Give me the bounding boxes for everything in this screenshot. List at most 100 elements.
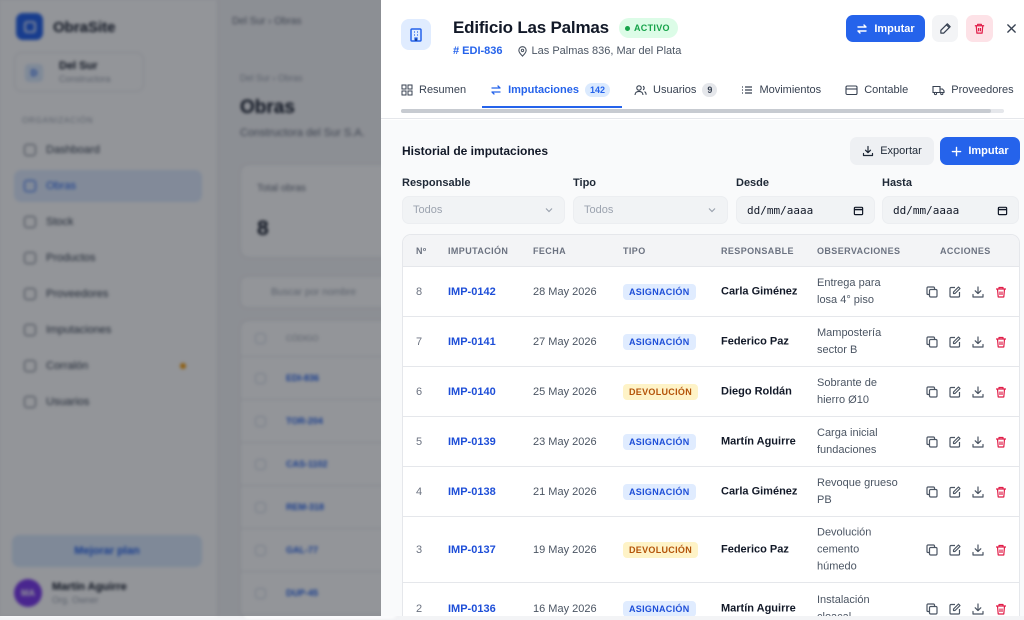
row-actions <box>925 543 1008 557</box>
imputation-link[interactable]: IMP-0142 <box>448 286 496 298</box>
trash-icon[interactable] <box>994 602 1008 616</box>
edit-icon[interactable] <box>948 385 962 399</box>
row-date: 23 May 2026 <box>533 435 597 448</box>
delete-button[interactable] <box>966 15 993 42</box>
imputation-link[interactable]: IMP-0137 <box>448 544 496 556</box>
location-icon <box>517 45 527 57</box>
list-icon <box>742 85 753 94</box>
wallet-icon <box>845 84 858 95</box>
calendar-icon[interactable] <box>853 205 864 216</box>
download-icon[interactable] <box>971 385 985 399</box>
row-date: 16 May 2026 <box>533 602 597 615</box>
imputaciones-section: Historial de imputaciones Exportar Imput… <box>381 120 1024 616</box>
row-observations: Entrega para losa 4° piso <box>817 276 881 306</box>
table-row[interactable]: 6 IMP-0140 25 May 2026 DEVOLUCIÓN Diego Rold… <box>403 367 1019 417</box>
tab-usuarios[interactable]: Usuarios 9 <box>634 71 721 108</box>
download-icon[interactable] <box>971 485 985 499</box>
trash-icon[interactable] <box>994 285 1008 299</box>
copy-icon[interactable] <box>925 543 939 557</box>
row-number: 7 <box>416 335 423 348</box>
type-badge: DEVOLUCIÓN <box>623 541 699 558</box>
download-icon[interactable] <box>971 285 985 299</box>
row-actions <box>925 485 1008 499</box>
imputation-link[interactable]: IMP-0139 <box>448 436 496 448</box>
close-button[interactable] <box>1001 15 1021 42</box>
modal-backdrop[interactable] <box>0 0 381 616</box>
edit-icon[interactable] <box>948 285 962 299</box>
tipo-select[interactable]: Todos <box>573 196 728 224</box>
edit-icon[interactable] <box>948 602 962 616</box>
imputation-link[interactable]: IMP-0136 <box>448 603 496 615</box>
obra-meta: # EDI-836 Las Palmas 836, Mar del Plata <box>453 45 681 57</box>
type-badge: ASIGNACIÓN <box>623 333 696 350</box>
table-row[interactable]: 7 IMP-0141 27 May 2026 ASIGNACIÓN Federico P… <box>403 317 1019 367</box>
column-header: ACCIONES <box>940 246 991 256</box>
tab-label: Imputaciones <box>508 83 579 96</box>
export-button[interactable]: Exportar <box>850 137 934 165</box>
table-row[interactable]: 5 IMP-0139 23 May 2026 ASIGNACIÓN Martín Agu… <box>403 417 1019 467</box>
trash-icon[interactable] <box>994 485 1008 499</box>
copy-icon[interactable] <box>925 335 939 349</box>
row-actions <box>925 285 1008 299</box>
table-row[interactable]: 3 IMP-0137 19 May 2026 DEVOLUCIÓN Federico P… <box>403 517 1019 583</box>
trash-icon[interactable] <box>994 543 1008 557</box>
impute-label: Imputar <box>968 145 1009 157</box>
drawer-tabs: Resumen Imputaciones 142 Usuarios 9 Movi… <box>401 71 1024 108</box>
imputation-link[interactable]: IMP-0138 <box>448 486 496 498</box>
date-placeholder: dd/mm/aaaa <box>747 203 814 217</box>
trash-icon[interactable] <box>994 385 1008 399</box>
edit-button[interactable] <box>932 15 958 42</box>
address-text: Las Palmas 836, Mar del Plata <box>531 45 682 57</box>
table-row[interactable]: 4 IMP-0138 21 May 2026 ASIGNACIÓN Carla Gimé… <box>403 467 1019 517</box>
imputation-link[interactable]: IMP-0140 <box>448 386 496 398</box>
tab-contable[interactable]: Contable <box>845 71 912 108</box>
tabs-scrollbar[interactable] <box>401 109 1004 113</box>
scrollbar-thumb[interactable] <box>401 109 991 113</box>
column-header: IMPUTACIÓN <box>448 246 509 256</box>
responsable-select[interactable]: Todos <box>402 196 565 224</box>
row-actions <box>925 435 1008 449</box>
hasta-date-input[interactable]: dd/mm/aaaa <box>882 196 1019 224</box>
edit-icon[interactable] <box>948 335 962 349</box>
tab-resumen[interactable]: Resumen <box>401 71 470 108</box>
table-row[interactable]: 2 IMP-0136 16 May 2026 ASIGNACIÓN Martín Agu… <box>403 583 1019 616</box>
copy-icon[interactable] <box>925 435 939 449</box>
copy-icon[interactable] <box>925 485 939 499</box>
type-badge: ASIGNACIÓN <box>623 483 696 500</box>
row-number: 3 <box>416 543 423 556</box>
users-icon <box>634 84 647 95</box>
row-observations: Sobrante de hierro Ø10 <box>817 376 877 406</box>
edit-icon[interactable] <box>948 435 962 449</box>
download-icon[interactable] <box>971 543 985 557</box>
status-text: ACTIVO <box>634 23 670 33</box>
copy-icon[interactable] <box>925 285 939 299</box>
table-row[interactable]: 8 IMP-0142 28 May 2026 ASIGNACIÓN Carla Gimé… <box>403 267 1019 317</box>
swap-icon <box>857 23 868 34</box>
filter-label: Responsable <box>402 177 471 189</box>
impute-button[interactable]: Imputar <box>846 15 925 42</box>
copy-icon[interactable] <box>925 385 939 399</box>
building-icon <box>401 19 431 50</box>
tab-imputaciones[interactable]: Imputaciones 142 <box>482 71 622 108</box>
download-icon[interactable] <box>971 335 985 349</box>
imputation-link[interactable]: IMP-0141 <box>448 336 496 348</box>
tab-proveedores[interactable]: Proveedores <box>932 71 1017 108</box>
edit-icon[interactable] <box>948 485 962 499</box>
trash-icon[interactable] <box>994 435 1008 449</box>
tab-label: Resumen <box>419 83 467 96</box>
swap-icon <box>491 84 501 95</box>
tab-movimientos[interactable]: Movimientos <box>741 71 825 108</box>
edit-icon[interactable] <box>948 543 962 557</box>
status-badge: ACTIVO <box>619 18 678 38</box>
drawer-header: Edificio Las Palmas ACTIVO # EDI-836 Las… <box>381 0 1024 119</box>
desde-date-input[interactable]: dd/mm/aaaa <box>736 196 875 224</box>
calendar-icon[interactable] <box>997 205 1008 216</box>
export-label: Exportar <box>880 145 922 157</box>
tab-label: Contable <box>864 83 909 96</box>
trash-icon[interactable] <box>994 335 1008 349</box>
download-icon[interactable] <box>971 435 985 449</box>
add-imputation-button[interactable]: Imputar <box>940 137 1020 165</box>
download-icon[interactable] <box>971 602 985 616</box>
copy-icon[interactable] <box>925 602 939 616</box>
column-header: OBSERVACIONES <box>817 246 901 256</box>
